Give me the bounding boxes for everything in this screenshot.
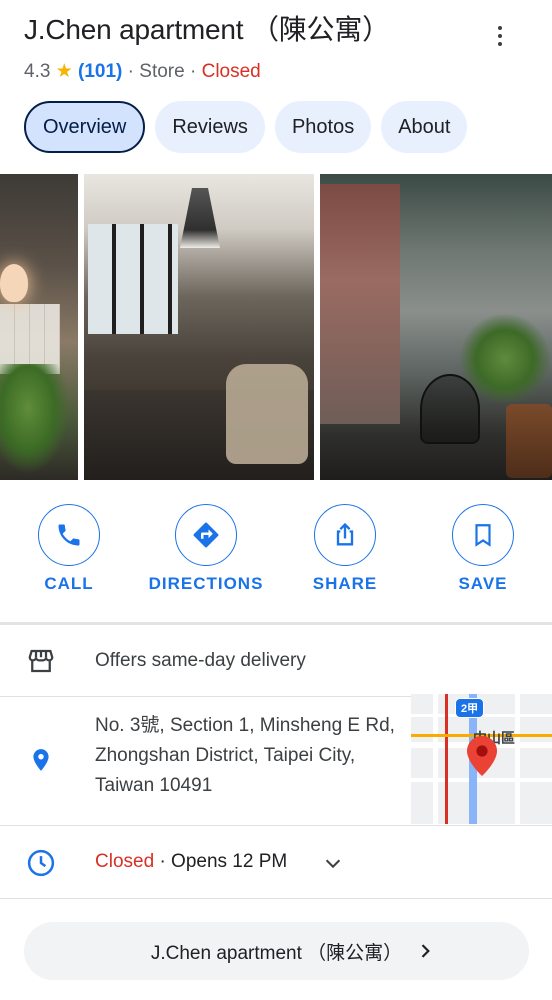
action-buttons: CALL DIRECTIONS SHARE SAVE xyxy=(0,504,552,604)
share-button-circle[interactable] xyxy=(314,504,376,566)
place-photo[interactable] xyxy=(84,174,314,480)
share-label: SHARE xyxy=(312,574,378,593)
directions-icon xyxy=(193,522,219,548)
photo-detail xyxy=(226,364,308,464)
place-tabs: Overview Reviews Photos About xyxy=(24,101,468,153)
photo-detail xyxy=(0,364,70,474)
review-count-link[interactable]: (101) xyxy=(78,61,122,82)
hours-next-open: Opens 12 PM xyxy=(171,851,288,872)
hours-separator: · xyxy=(159,851,166,872)
hours-text: Closed · Opens 12 PM xyxy=(95,847,287,877)
place-category: Store xyxy=(139,61,185,82)
photo-detail xyxy=(88,224,178,334)
rating-value: 4.3 xyxy=(24,61,51,82)
clock-icon xyxy=(24,846,58,880)
tab-about[interactable]: About xyxy=(381,101,468,153)
call-label: CALL xyxy=(44,574,94,593)
tab-photos[interactable]: Photos xyxy=(274,101,372,153)
hours-status: Closed xyxy=(95,851,155,872)
more-vert-icon-dot xyxy=(498,42,502,46)
place-bottom-bar[interactable]: J.Chen apartment （陳公寓） xyxy=(24,922,529,980)
chevron-down-icon[interactable] xyxy=(322,852,344,874)
photo-carousel[interactable] xyxy=(0,174,552,480)
photo-detail xyxy=(506,404,552,478)
star-icon: ★ xyxy=(55,61,73,82)
place-photo[interactable] xyxy=(0,174,78,480)
share-icon xyxy=(336,522,354,546)
save-button[interactable]: SAVE xyxy=(418,504,548,594)
chevron-right-icon xyxy=(421,944,430,958)
map-pin-icon xyxy=(467,736,497,776)
bookmark-icon xyxy=(475,524,491,547)
map-thumbnail[interactable]: 2甲 中山區 xyxy=(411,694,552,824)
more-vert-icon-dot xyxy=(498,34,502,38)
call-button-circle[interactable] xyxy=(38,504,100,566)
storefront-icon xyxy=(24,644,58,678)
address-text: No. 3號, Section 1, Minsheng E Rd, Zhongs… xyxy=(95,715,395,796)
delivery-text: Offers same-day delivery xyxy=(95,650,306,671)
bottom-bar-label: J.Chen apartment （陳公寓） xyxy=(150,942,403,964)
open-status: Closed xyxy=(201,61,261,82)
meta-separator: · xyxy=(189,61,197,82)
place-header: J.Chen apartment （陳公寓） xyxy=(24,12,524,48)
place-title: J.Chen apartment （陳公寓） xyxy=(24,14,390,45)
more-vert-icon xyxy=(498,26,502,30)
metro-line xyxy=(445,694,448,824)
directions-button-circle[interactable] xyxy=(175,504,237,566)
photo-detail xyxy=(0,264,28,302)
row-divider xyxy=(0,898,552,899)
place-meta: 4.3 ★ (101) · Store · Closed xyxy=(24,59,261,85)
delivery-row[interactable]: Offers same-day delivery xyxy=(0,626,552,696)
route-shield: 2甲 xyxy=(455,698,485,718)
share-button[interactable]: SHARE xyxy=(280,504,410,594)
photo-detail xyxy=(320,184,400,424)
call-button[interactable]: CALL xyxy=(4,504,134,594)
place-photo[interactable] xyxy=(320,174,552,480)
directions-button[interactable]: DIRECTIONS xyxy=(141,504,271,594)
hours-row[interactable]: Closed · Opens 12 PM xyxy=(0,826,552,898)
tab-reviews[interactable]: Reviews xyxy=(155,101,265,153)
photo-detail xyxy=(420,374,480,444)
photo-detail xyxy=(180,188,220,248)
location-pin-icon xyxy=(24,743,58,777)
directions-label: DIRECTIONS xyxy=(148,574,264,593)
phone-icon xyxy=(58,524,80,546)
more-options-button[interactable] xyxy=(488,22,512,50)
save-button-circle[interactable] xyxy=(452,504,514,566)
save-label: SAVE xyxy=(458,574,508,593)
tab-overview[interactable]: Overview xyxy=(24,101,146,153)
meta-separator: · xyxy=(127,61,134,82)
section-divider xyxy=(0,622,552,625)
